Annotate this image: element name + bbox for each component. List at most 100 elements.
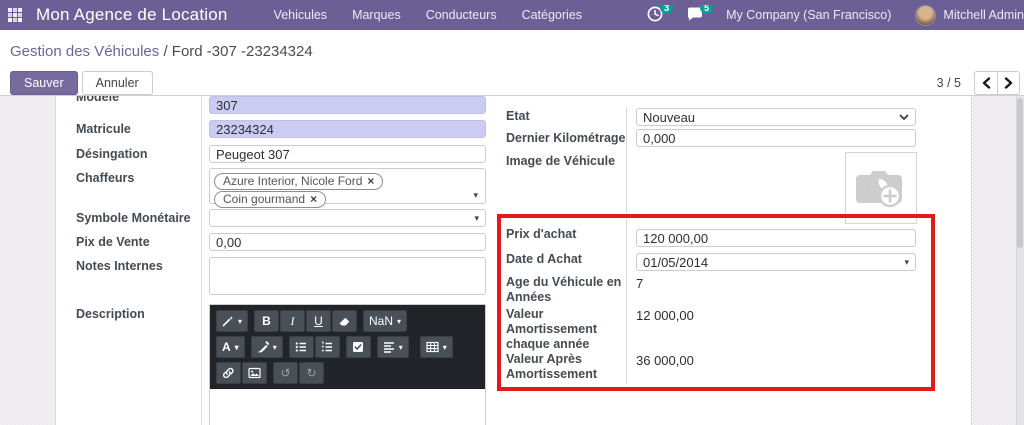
- checklist-button[interactable]: [346, 336, 371, 358]
- prix-vente-input[interactable]: [209, 233, 486, 251]
- redo-button[interactable]: ↻: [299, 362, 324, 384]
- chauffeur-tag[interactable]: Coin gourmand ×: [214, 191, 326, 208]
- font-size-label: NaN: [369, 314, 393, 328]
- valeur-apres-value: 36 000,00: [636, 353, 694, 368]
- field-label-date-achat: Date d Achat: [506, 252, 630, 267]
- insert-image-button[interactable]: [242, 362, 267, 384]
- unordered-list-button[interactable]: [289, 336, 314, 358]
- underline-button[interactable]: U: [306, 310, 331, 332]
- chauffeurs-dropdown-icon[interactable]: ▾: [473, 191, 478, 200]
- font-color-button[interactable]: A ▾: [216, 336, 245, 358]
- camera-plus-icon: [854, 166, 908, 210]
- paint-brush-button[interactable]: ▾: [251, 336, 283, 358]
- app-window: Mon Agence de Location Vehicules Marques…: [0, 0, 1024, 425]
- insert-link-button[interactable]: [216, 362, 241, 384]
- apps-menu-icon[interactable]: [0, 0, 30, 30]
- undo-button[interactable]: ↺: [273, 362, 298, 384]
- editor-toolbar-row3: ↺ ↻: [216, 362, 481, 384]
- vehicle-image-upload[interactable]: [845, 152, 917, 224]
- font-size-button[interactable]: NaN ▾: [363, 310, 407, 332]
- symbole-caret-icon: ▾: [474, 214, 479, 223]
- user-avatar[interactable]: [915, 5, 936, 26]
- field-label-modele: Modele: [76, 96, 200, 105]
- bold-button[interactable]: B: [254, 310, 279, 332]
- dropdown-caret-icon: ▾: [273, 343, 277, 352]
- dropdown-caret-icon: ▾: [399, 343, 403, 352]
- breadcrumb-link[interactable]: Gestion des Véhicules: [10, 43, 159, 60]
- menu-item-vehicules[interactable]: Vehicules: [274, 8, 328, 22]
- company-switcher[interactable]: My Company (San Francisco): [726, 8, 891, 22]
- breadcrumb-separator: /: [163, 43, 167, 60]
- italic-button[interactable]: I: [280, 310, 305, 332]
- field-label-age: Age du Véhicule en Années: [506, 275, 630, 305]
- table-button[interactable]: ▾: [420, 336, 453, 358]
- chevron-right-icon: [1004, 77, 1013, 89]
- field-label-valeur-apres: Valeur Après Amortissement: [506, 352, 630, 382]
- tag-label: Azure Interior, Nicole Ford: [223, 174, 362, 188]
- ordered-list-button[interactable]: [315, 336, 340, 358]
- editor-toolbar: ▾ B I U NaN: [210, 305, 485, 388]
- chevron-left-icon: [982, 77, 991, 89]
- messages-icon[interactable]: 5: [686, 5, 706, 25]
- symbole-monetaire-select[interactable]: ▾: [209, 209, 486, 227]
- modele-input[interactable]: [209, 96, 486, 114]
- field-label-prix-vente: Pix de Vente: [76, 235, 200, 250]
- pager-next-button[interactable]: [997, 71, 1020, 95]
- align-left-icon: [383, 341, 395, 353]
- etat-select[interactable]: Nouveau: [636, 108, 916, 126]
- chauffeur-tag[interactable]: Azure Interior, Nicole Ford ×: [214, 173, 383, 190]
- link-icon: [222, 367, 235, 379]
- breadcrumb: Gestion des Véhicules / Ford -307 -23234…: [10, 43, 313, 60]
- main-menu: Vehicules Marques Conducteurs Catégories: [274, 8, 582, 22]
- designation-input[interactable]: [209, 145, 486, 163]
- magic-wand-icon: [222, 315, 234, 327]
- editor-toolbar-row1: ▾ B I U NaN: [216, 310, 481, 332]
- eraser-icon: [338, 315, 351, 327]
- paragraph-align-button[interactable]: ▾: [377, 336, 409, 358]
- font-color-label: A: [222, 340, 231, 354]
- record-pager: 3 / 5: [937, 71, 1020, 95]
- chauffeurs-tags-field[interactable]: Azure Interior, Nicole Ford × Coin gourm…: [209, 168, 486, 204]
- app-brand[interactable]: Mon Agence de Location: [36, 5, 228, 25]
- scrollbar-thumb[interactable]: [1017, 98, 1023, 248]
- menu-item-marques[interactable]: Marques: [352, 8, 401, 22]
- menu-item-categories[interactable]: Catégories: [522, 8, 582, 22]
- tag-remove-icon[interactable]: ×: [367, 174, 374, 188]
- select-chevron-icon: [899, 114, 909, 121]
- user-name[interactable]: Mitchell Admin: [943, 8, 1024, 22]
- notes-internes-textarea[interactable]: [209, 257, 486, 295]
- prix-achat-input[interactable]: [636, 229, 916, 247]
- tag-remove-icon[interactable]: ×: [310, 192, 317, 206]
- date-achat-input[interactable]: 01/05/2014 ▾: [636, 253, 916, 271]
- dernier-kilometrage-input[interactable]: [636, 129, 916, 147]
- matricule-input[interactable]: [209, 120, 486, 138]
- field-label-prix-achat: Prix d'achat: [506, 227, 630, 242]
- eraser-button[interactable]: [332, 310, 357, 332]
- vertical-scrollbar[interactable]: [1016, 96, 1024, 425]
- cancel-button[interactable]: Annuler: [82, 71, 153, 95]
- form-workspace: Modele Matricule Désingation Chaffeurs A…: [0, 96, 1024, 425]
- apps-grid-glyph: [8, 8, 22, 22]
- pager-previous-button[interactable]: [974, 71, 997, 95]
- picture-icon: [248, 367, 261, 379]
- description-edit-area[interactable]: [210, 388, 485, 425]
- activity-badge: 3: [660, 5, 673, 15]
- paint-brush-icon: [257, 341, 269, 353]
- top-navbar: Mon Agence de Location Vehicules Marques…: [0, 0, 1024, 30]
- dropdown-caret-icon: ▾: [235, 343, 239, 352]
- menu-item-conducteurs[interactable]: Conducteurs: [426, 8, 497, 22]
- messages-badge: 5: [700, 5, 713, 15]
- pager-value: 3 / 5: [937, 76, 961, 90]
- activity-clock-icon[interactable]: 3: [646, 5, 666, 25]
- save-button[interactable]: Sauver: [10, 71, 78, 95]
- table-grid-icon: [426, 341, 439, 353]
- amortissement-value: 12 000,00: [636, 308, 694, 323]
- form-sheet: Modele Matricule Désingation Chaffeurs A…: [55, 96, 972, 425]
- dropdown-caret-icon: ▾: [238, 317, 242, 326]
- navbar-right: 3 5 My Company (San Francisco) Mitchell …: [646, 5, 1024, 26]
- control-panel: Gestion des Véhicules / Ford -307 -23234…: [0, 30, 1024, 96]
- field-label-amortissement: Valeur Amortissement chaque année: [506, 307, 630, 352]
- breadcrumb-current: Ford -307 -23234324: [172, 43, 313, 60]
- style-wand-button[interactable]: ▾: [216, 310, 248, 332]
- field-label-kilometrage: Dernier Kilométrage: [506, 131, 630, 146]
